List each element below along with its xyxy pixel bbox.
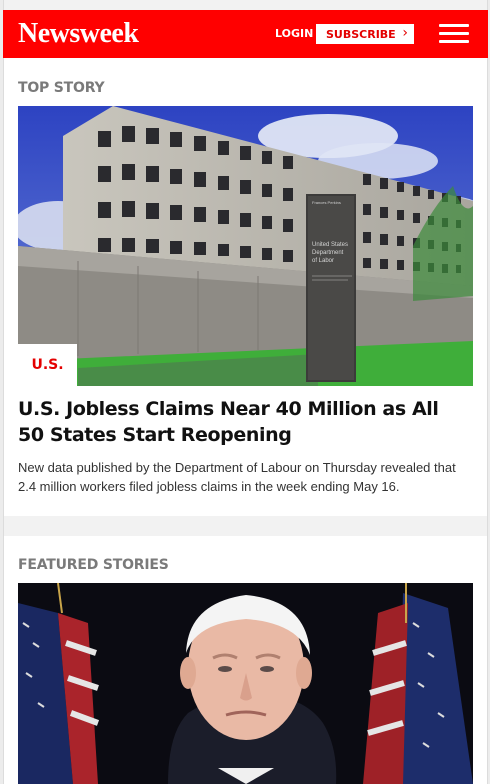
chevron-right-icon: › [402,25,408,41]
top-story-image[interactable]: Frances Perkins United States Department… [18,106,473,386]
section-title-featured-stories: FEATURED STORIES [18,557,169,573]
section-title-top-story: TOP STORY [18,80,105,96]
top-story-card: TOP STORY Frances Perkins United States … [4,58,487,516]
subscribe-label: SUBSCRIBE [326,27,396,41]
site-header: Newsweek LOGIN SUBSCRIBE › [3,10,488,58]
subscribe-button[interactable]: SUBSCRIBE › [316,24,414,44]
top-story-headline[interactable]: U.S. Jobless Claims Near 40 Million as A… [18,396,458,448]
featured-story-image[interactable] [18,583,473,784]
hamburger-menu-icon[interactable] [439,24,469,44]
login-link[interactable]: LOGIN [275,27,313,40]
category-tag-us[interactable]: U.S. [18,344,77,386]
sign-line-2: Department [312,250,344,256]
newsweek-logo[interactable]: Newsweek [18,18,139,50]
sign-line-3: of Labor [312,258,334,264]
featured-stories-card: FEATURED STORIES [4,536,487,784]
svg-text:Frances Perkins: Frances Perkins [312,200,341,205]
sign-line-1: United States [312,242,348,248]
top-story-summary: New data published by the Department of … [18,460,456,494]
